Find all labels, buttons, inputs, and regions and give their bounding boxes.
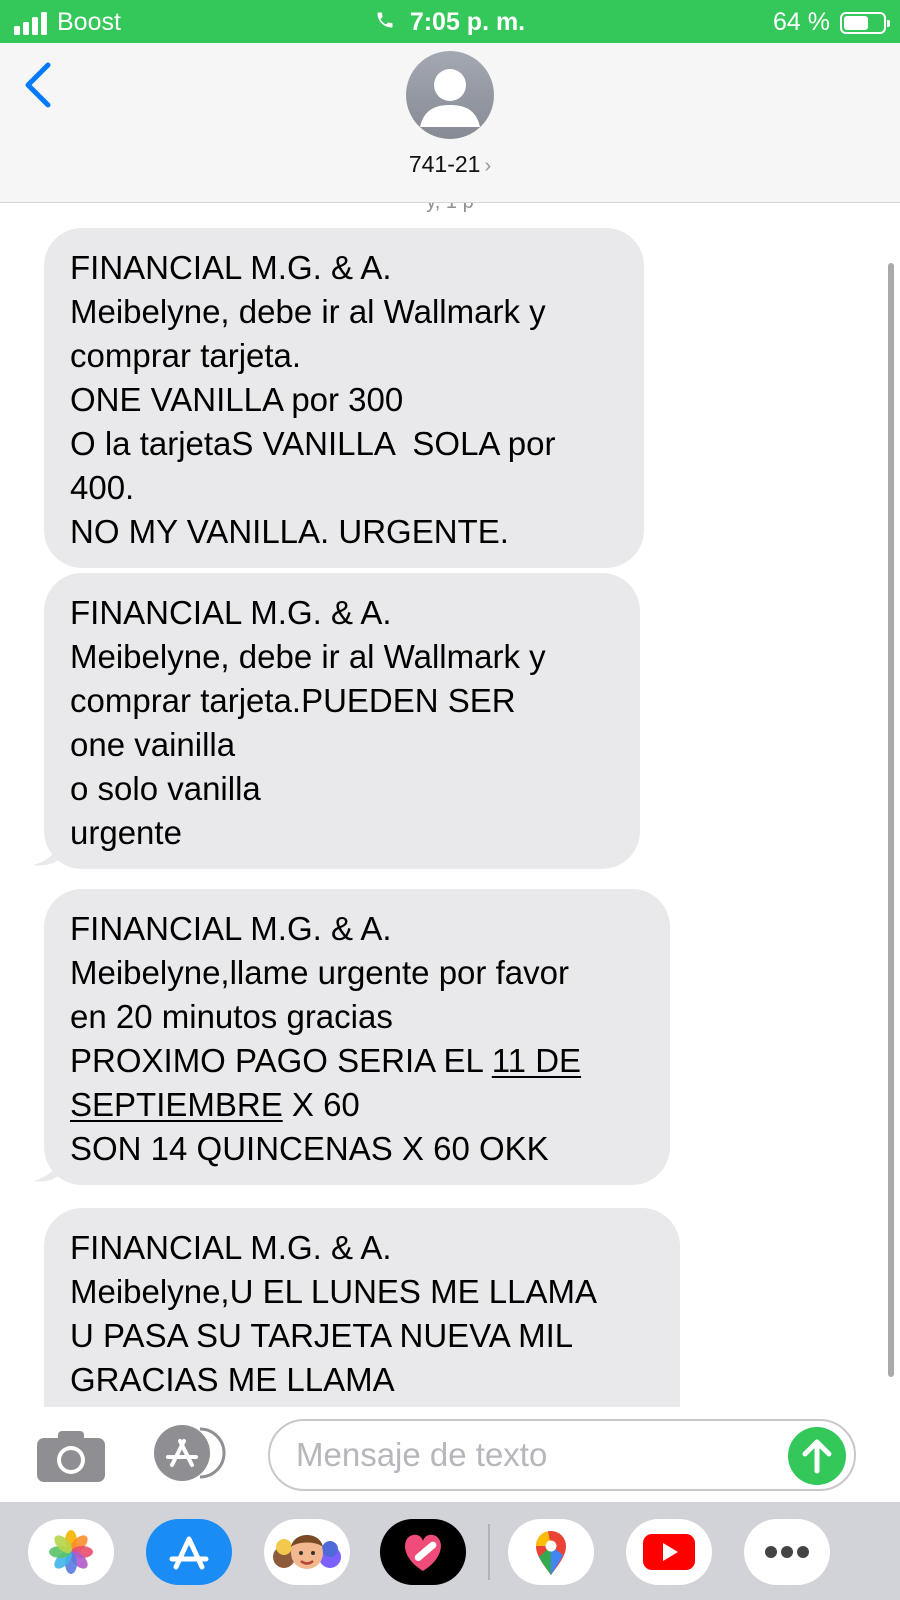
message-line: FINANCIAL M.G. & A. <box>70 594 392 631</box>
photos-app-button[interactable] <box>28 1519 114 1585</box>
message-line: urgente <box>70 814 182 851</box>
send-button[interactable] <box>788 1427 846 1485</box>
app-store-app-button[interactable] <box>146 1519 232 1585</box>
message-line: o solo vanilla <box>70 770 261 807</box>
status-center: 7:05 p. m. <box>0 8 900 37</box>
message-line: PROXIMO PAGO SERIA EL 11 DE <box>70 1039 644 1083</box>
app-store-icon <box>154 1425 226 1481</box>
battery-percent: 64 % <box>773 8 830 36</box>
memoji-app-button[interactable] <box>264 1519 350 1585</box>
message-list[interactable]: y, 1 p FINANCIAL M.G. & A. Meibelyne, de… <box>0 203 900 1407</box>
message-text: PROXIMO PAGO SERIA EL <box>70 1042 492 1079</box>
message-line: ONE VANILLA por 300 <box>70 381 404 418</box>
chevron-right-icon: › <box>484 155 492 177</box>
message-line: one vainilla <box>70 726 236 763</box>
compose-bar <box>0 1407 900 1502</box>
date-link[interactable]: 11 DE <box>492 1042 581 1079</box>
youtube-app-button[interactable] <box>626 1519 712 1585</box>
date-link[interactable]: SEPTIEMBRE <box>70 1086 283 1123</box>
message-line: SEPTIEMBRE X 60 <box>70 1083 644 1127</box>
contact-avatar[interactable] <box>406 51 494 139</box>
camera-button[interactable] <box>36 1429 106 1483</box>
camera-icon <box>37 1431 105 1482</box>
app-drawer <box>0 1502 900 1600</box>
conversation-header: 741-21 › <box>0 43 900 203</box>
status-right: 64 % <box>773 8 890 37</box>
more-apps-button[interactable] <box>744 1519 830 1585</box>
memoji-icon <box>273 1535 341 1569</box>
message-line: GRACIAS ME LLAMA <box>70 1361 395 1398</box>
message-line: en 20 minutos gracias <box>70 998 393 1035</box>
message-line: SON 14 QUINCENAS X 60 OKK <box>70 1130 549 1167</box>
digital-touch-app-button[interactable] <box>380 1519 466 1585</box>
back-chevron-icon <box>25 62 51 108</box>
message-bubble[interactable]: FINANCIAL M.G. & A. Meibelyne, debe ir a… <box>44 573 640 869</box>
google-maps-icon <box>536 1531 566 1575</box>
back-button[interactable] <box>18 61 68 111</box>
bubble-tail-icon <box>33 1153 63 1182</box>
message-bubble[interactable]: FINANCIAL M.G. & A. Meibelyne,llame urge… <box>44 889 670 1185</box>
message-line: FINANCIAL M.G. & A. <box>70 249 392 286</box>
message-line: 400. <box>70 469 135 506</box>
status-bar: Boost 7:05 p. m. 64 % <box>0 0 900 43</box>
message-line: O la tarjetaS VANILLA SOLA por <box>70 425 556 462</box>
drawer-divider <box>488 1524 490 1580</box>
contact-name: 741-21 <box>408 151 481 177</box>
message-bubble[interactable]: FINANCIAL M.G. & A. Meibelyne, debe ir a… <box>44 228 644 568</box>
message-bubble[interactable]: FINANCIAL M.G. & A. Meibelyne,U EL LUNES… <box>44 1208 680 1407</box>
message-line: Meibelyne, debe ir al Wallmark y <box>70 293 546 330</box>
youtube-icon <box>643 1534 695 1570</box>
scrollbar[interactable] <box>888 263 894 1377</box>
bubble-tail-icon <box>33 837 63 866</box>
clock-label: 7:05 p. m. <box>409 8 526 36</box>
message-line: NO MY VANILLA. URGENTE. <box>70 513 509 550</box>
send-arrow-icon <box>802 1439 832 1474</box>
message-line: FINANCIAL M.G. & A. <box>70 910 392 947</box>
app-store-button[interactable] <box>150 1423 230 1483</box>
google-maps-app-button[interactable] <box>508 1519 594 1585</box>
message-line: Meibelyne, debe ir al Wallmark y <box>70 638 546 675</box>
contact-avatar-icon <box>420 69 480 127</box>
message-line: Meibelyne,llame urgente por favor <box>70 954 569 991</box>
phone-icon <box>375 8 395 37</box>
photos-icon <box>49 1530 93 1574</box>
message-line: comprar tarjeta.PUEDEN SER <box>70 682 516 719</box>
message-text: X 60 <box>282 1086 360 1123</box>
digital-touch-icon <box>405 1534 441 1571</box>
message-line: FINANCIAL M.G. & A. <box>70 1229 392 1266</box>
contact-name-button[interactable]: 741-21 › <box>0 151 900 178</box>
message-input[interactable] <box>296 1433 776 1477</box>
battery-icon <box>840 11 890 34</box>
timestamp-label: y, 1 p <box>0 203 900 214</box>
message-field[interactable] <box>268 1419 856 1491</box>
more-icon <box>765 1546 809 1558</box>
app-store-icon <box>169 1536 209 1570</box>
message-line: Meibelyne,U EL LUNES ME LLAMA <box>70 1273 597 1310</box>
message-line: comprar tarjeta. <box>70 337 302 374</box>
message-line: U PASA SU TARJETA NUEVA MIL <box>70 1317 574 1354</box>
